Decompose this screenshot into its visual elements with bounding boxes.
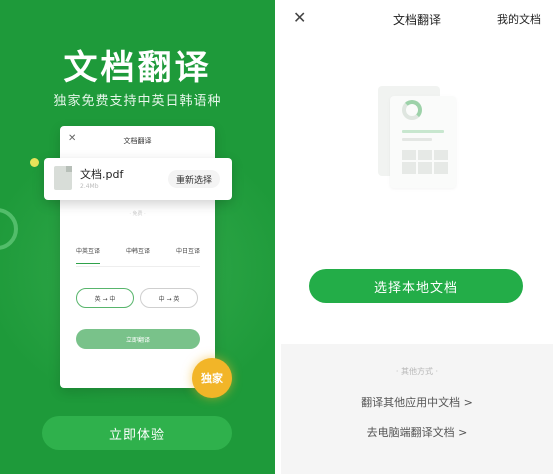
translate-on-desktop-link[interactable]: 去电脑端翻译文档 >: [281, 424, 553, 440]
mock-file-name: 文档.pdf: [80, 168, 124, 181]
try-now-button[interactable]: 立即体验: [42, 416, 232, 450]
mock-reselect-button: 重新选择: [167, 170, 220, 188]
promo-subtitle: 独家免费支持中英日韩语种: [53, 94, 222, 109]
pdf-file-icon: [54, 166, 72, 190]
choose-local-document-button[interactable]: 选择本地文档: [309, 269, 523, 303]
translate-other-app-docs-link[interactable]: 翻译其他应用中文档 >: [281, 394, 553, 410]
mock-direction-zh-en: 中 → 英: [140, 288, 198, 308]
mock-hint: · 免费 ·: [129, 211, 146, 217]
doc-front-sheet: [390, 96, 456, 188]
promo-panel: 文档翻译 独家免费支持中英日韩语种 ✕ 文档翻译 · 免费 · 中英互译 中韩互…: [0, 0, 275, 474]
app-panel: ✕ 文档翻译 我的文档 选择本地文档 · 其他方式 · 翻译其他应用中文档 > …: [281, 0, 553, 474]
mock-file-card: 文档.pdf 2.4Mb 重新选择: [44, 158, 232, 200]
mock-translate-button: 立即翻译: [76, 329, 200, 349]
mock-title: 文档翻译: [123, 137, 152, 145]
other-methods-section: · 其他方式 · 翻译其他应用中文档 > 去电脑端翻译文档 >: [281, 344, 553, 474]
mock-tab-zh-ko: 中韩互译: [125, 248, 150, 255]
mock-file-size: 2.4Mb: [80, 183, 99, 190]
mock-divider: [76, 266, 200, 267]
promo-title: 文档翻译: [63, 48, 212, 88]
other-methods-label: · 其他方式 ·: [395, 367, 439, 376]
doc-line-1: [402, 130, 444, 133]
pie-chart-icon: [402, 100, 422, 120]
mock-tab-zh-en: 中英互译: [76, 246, 101, 264]
screenshot-root: 文档翻译 独家免费支持中英日韩语种 ✕ 文档翻译 · 免费 · 中英互译 中韩互…: [0, 0, 553, 474]
mock-direction-en-zh: 英 → 中: [76, 288, 134, 308]
mock-tab-zh-ja: 中日互译: [175, 248, 200, 255]
decorative-dot: [30, 158, 39, 167]
doc-line-2: [402, 138, 432, 141]
mock-language-tabs: 中英互译 中韩互译 中日互译: [76, 246, 200, 264]
my-documents-link[interactable]: 我的文档: [497, 11, 541, 27]
table-grid-icon: [402, 150, 448, 174]
exclusive-badge: 独家: [192, 358, 232, 398]
document-illustration-icon: [378, 86, 458, 188]
